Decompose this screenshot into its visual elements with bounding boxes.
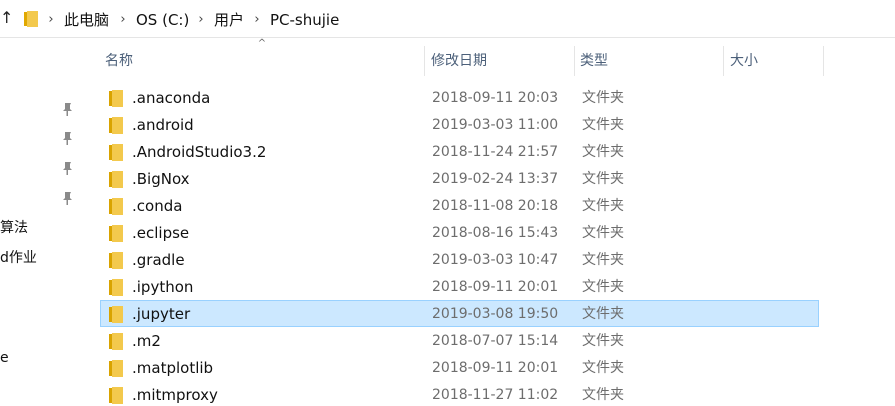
file-name: .android <box>132 116 194 134</box>
file-type: 文件夹 <box>582 279 624 295</box>
file-row[interactable]: .eclipse 2018-08-16 15:43 文件夹 <box>100 219 819 246</box>
file-name: .m2 <box>132 332 161 350</box>
folder-icon <box>109 171 123 188</box>
folder-icon <box>109 333 123 350</box>
nav-item-homework[interactable]: d作业 <box>0 248 37 268</box>
up-arrow-icon[interactable]: ↑ <box>0 8 14 28</box>
file-name: .anaconda <box>132 89 211 107</box>
file-name: .ipython <box>132 278 194 296</box>
pin-icon[interactable] <box>60 191 74 205</box>
file-row[interactable]: .gradle 2019-03-03 10:47 文件夹 <box>100 246 819 273</box>
breadcrumb-separator[interactable]: › <box>196 11 206 29</box>
folder-icon <box>109 306 123 323</box>
address-field[interactable]: › 此电脑 › OS (C:) › 用户 › PC-shujie <box>18 2 891 34</box>
file-name: .mitmproxy <box>132 386 218 404</box>
file-date-modified: 2018-09-11 20:03 <box>432 90 559 106</box>
column-size[interactable]: 大小 <box>730 46 758 76</box>
file-date-modified: 2018-11-24 21:57 <box>432 144 559 160</box>
breadcrumb-pc-shujie[interactable]: PC-shujie <box>270 10 339 30</box>
file-row[interactable]: .android 2019-03-03 11:00 文件夹 <box>100 111 819 138</box>
file-date-modified: 2019-03-03 11:00 <box>432 117 559 133</box>
file-row[interactable]: .jupyter 2019-03-08 19:50 文件夹 <box>100 300 819 327</box>
file-type: 文件夹 <box>582 117 624 133</box>
file-date-modified: 2018-09-11 20:01 <box>432 360 559 376</box>
file-date-modified: 2018-11-08 20:18 <box>432 198 559 214</box>
breadcrumb-separator[interactable]: › <box>252 11 262 29</box>
folder-icon <box>109 198 123 215</box>
column-type[interactable]: 类型 <box>580 46 608 76</box>
folder-icon <box>109 225 123 242</box>
file-date-modified: 2018-11-27 11:02 <box>432 387 559 403</box>
file-date-modified: 2019-03-08 19:50 <box>432 306 559 322</box>
folder-icon <box>109 144 123 161</box>
folder-icon <box>109 387 123 404</box>
folder-icon <box>109 360 123 377</box>
file-type: 文件夹 <box>582 171 624 187</box>
file-name: .gradle <box>132 251 185 269</box>
breadcrumb-separator[interactable]: › <box>118 11 128 29</box>
pin-icon[interactable] <box>60 131 74 145</box>
file-row[interactable]: .BigNox 2019-02-24 13:37 文件夹 <box>100 165 819 192</box>
column-divider[interactable] <box>424 46 425 76</box>
column-name[interactable]: 名称 <box>105 46 133 76</box>
file-type: 文件夹 <box>582 252 624 268</box>
file-name: .BigNox <box>132 170 190 188</box>
column-divider[interactable] <box>574 46 575 76</box>
file-date-modified: 2018-09-11 20:01 <box>432 279 559 295</box>
file-date-modified: 2018-07-07 15:14 <box>432 333 559 349</box>
folder-icon <box>24 11 38 27</box>
breadcrumb-users[interactable]: 用户 <box>214 10 244 30</box>
breadcrumb-os-drive[interactable]: OS (C:) <box>136 10 189 30</box>
file-row[interactable]: .matplotlib 2018-09-11 20:01 文件夹 <box>100 354 819 381</box>
pin-icon[interactable] <box>60 161 74 175</box>
file-row[interactable]: .anaconda 2018-09-11 20:03 文件夹 <box>100 84 819 111</box>
column-divider[interactable] <box>723 46 724 76</box>
file-name: .AndroidStudio3.2 <box>132 143 267 161</box>
file-date-modified: 2019-03-03 10:47 <box>432 252 559 268</box>
file-row[interactable]: .m2 2018-07-07 15:14 文件夹 <box>100 327 819 354</box>
file-list: .anaconda 2018-09-11 20:03 文件夹 .android 2019… <box>100 84 820 406</box>
file-name: .conda <box>132 197 183 215</box>
file-type: 文件夹 <box>582 198 624 214</box>
file-type: 文件夹 <box>582 360 624 376</box>
file-type: 文件夹 <box>582 333 624 349</box>
file-name: .jupyter <box>132 305 191 323</box>
breadcrumb-this-pc[interactable]: 此电脑 <box>64 10 109 30</box>
column-divider[interactable] <box>823 46 824 76</box>
address-bar: ↑ › 此电脑 › OS (C:) › 用户 › PC-shujie <box>0 0 895 38</box>
column-date-modified[interactable]: 修改日期 <box>431 46 487 76</box>
file-name: .eclipse <box>132 224 190 242</box>
file-row[interactable]: .mitmproxy 2018-11-27 11:02 文件夹 <box>100 381 819 406</box>
nav-item-e[interactable]: e <box>0 348 9 368</box>
file-row[interactable]: .ipython 2018-09-11 20:01 文件夹 <box>100 273 819 300</box>
nav-item-algorithms[interactable]: 算法 <box>0 218 28 238</box>
file-name: .matplotlib <box>132 359 214 377</box>
column-header: ^ 名称 修改日期 类型 大小 <box>96 38 895 82</box>
folder-icon <box>109 117 123 134</box>
breadcrumb-separator[interactable]: › <box>46 11 56 29</box>
file-type: 文件夹 <box>582 306 624 322</box>
navigation-pane: 算法 d作业 e <box>0 38 96 406</box>
folder-icon <box>109 252 123 269</box>
pin-icon[interactable] <box>60 102 74 116</box>
sort-ascending-icon: ^ <box>257 38 267 49</box>
folder-icon <box>109 90 123 107</box>
folder-icon <box>109 279 123 296</box>
file-date-modified: 2018-08-16 15:43 <box>432 225 559 241</box>
file-type: 文件夹 <box>582 144 624 160</box>
file-row[interactable]: .AndroidStudio3.2 2018-11-24 21:57 文件夹 <box>100 138 819 165</box>
file-type: 文件夹 <box>582 90 624 106</box>
file-date-modified: 2019-02-24 13:37 <box>432 171 559 187</box>
file-type: 文件夹 <box>582 225 624 241</box>
file-row[interactable]: .conda 2018-11-08 20:18 文件夹 <box>100 192 819 219</box>
file-type: 文件夹 <box>582 387 624 403</box>
